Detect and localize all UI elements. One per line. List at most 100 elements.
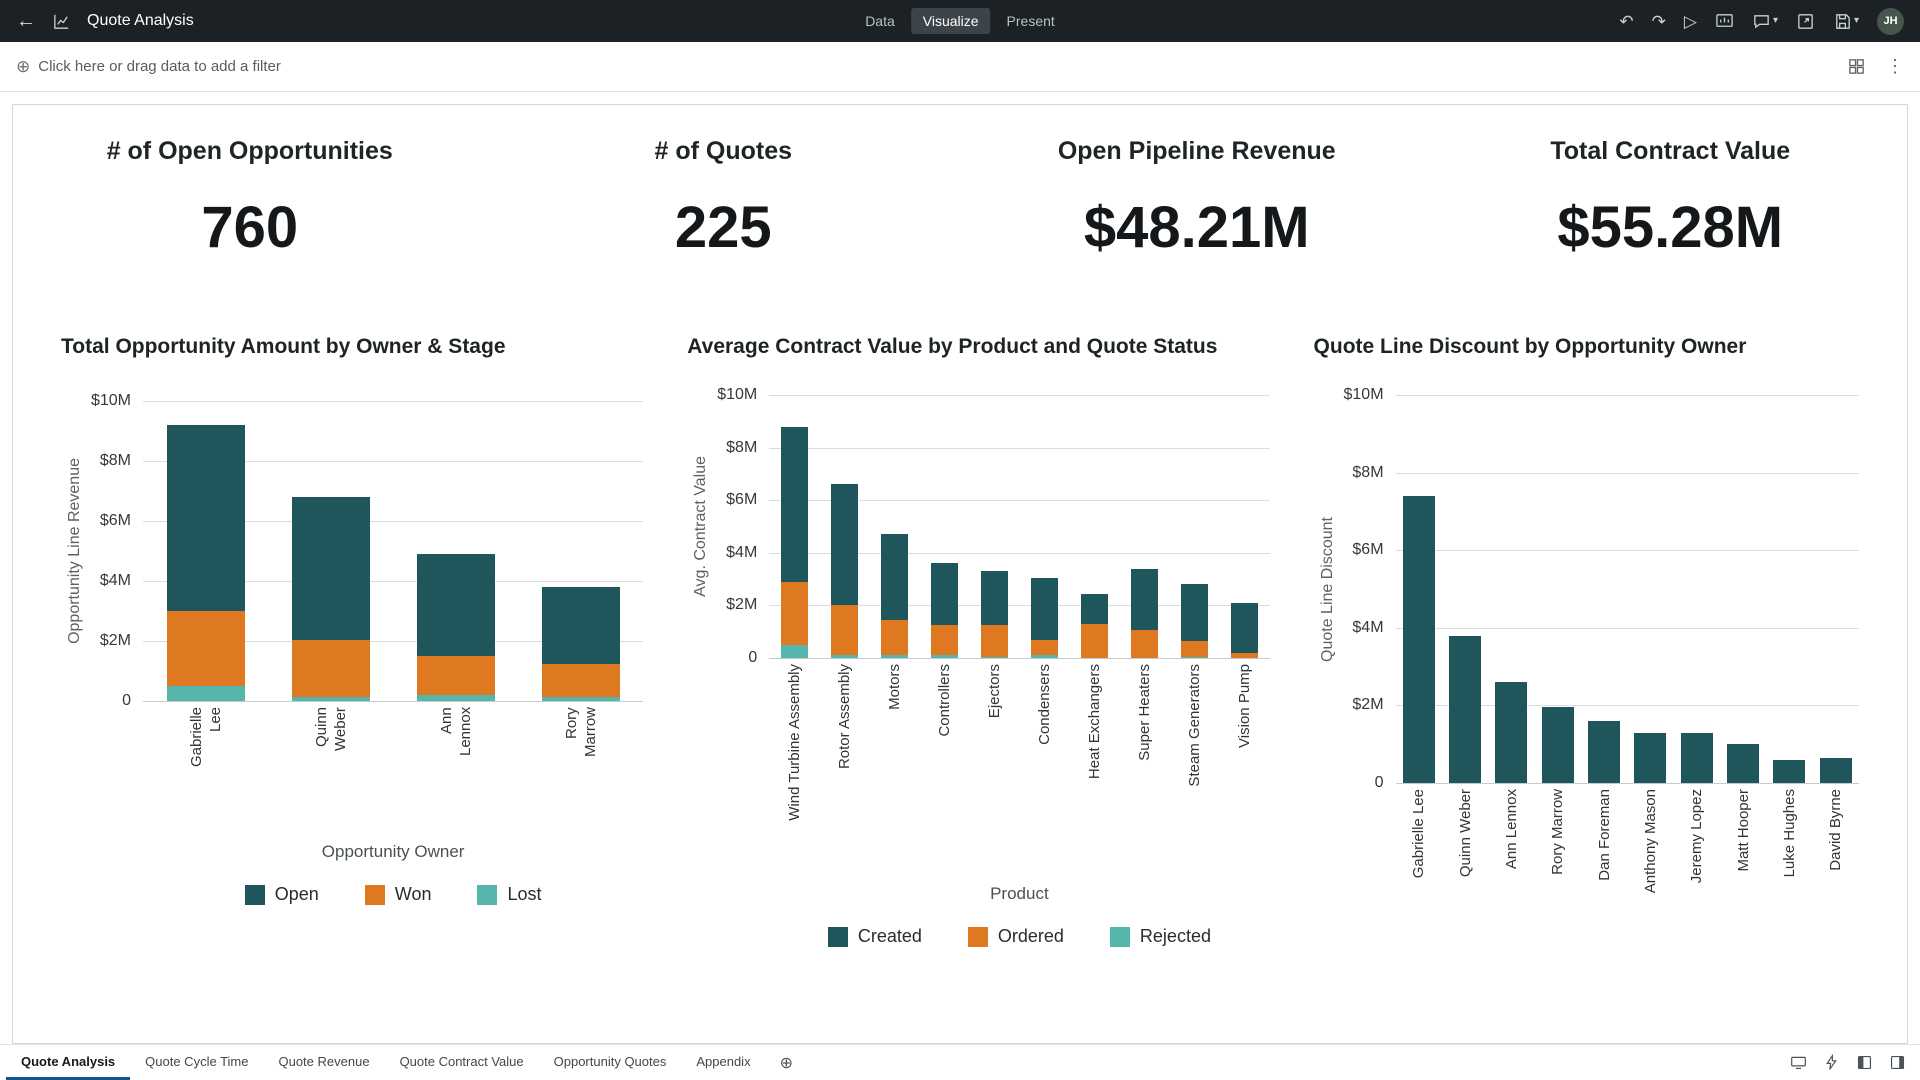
bar-segment[interactable] xyxy=(981,625,1008,657)
bar[interactable] xyxy=(1820,395,1852,783)
bar-segment[interactable] xyxy=(542,697,620,702)
legend-item[interactable]: Lost xyxy=(477,884,541,905)
bar-segment[interactable] xyxy=(1727,744,1759,783)
bar-segment[interactable] xyxy=(542,587,620,664)
bar[interactable] xyxy=(1449,395,1481,783)
bar[interactable] xyxy=(167,401,245,701)
bar[interactable] xyxy=(1081,395,1108,658)
add-filter-prompt[interactable]: ⊕ Click here or drag data to add a filte… xyxy=(16,57,281,77)
bar-segment[interactable] xyxy=(167,686,245,701)
add-canvas-icon[interactable]: ⊕ xyxy=(766,1045,807,1080)
legend-item[interactable]: Open xyxy=(245,884,319,905)
preview-play-icon[interactable]: ▷ xyxy=(1684,13,1697,30)
canvas-tab-opportunity-quotes[interactable]: Opportunity Quotes xyxy=(539,1045,682,1080)
bar-segment[interactable] xyxy=(1634,733,1666,783)
bar-segment[interactable] xyxy=(292,697,370,702)
bar[interactable] xyxy=(1231,395,1258,658)
bar-segment[interactable] xyxy=(1403,496,1435,783)
bar-segment[interactable] xyxy=(881,655,908,658)
tab-visualize[interactable]: Visualize xyxy=(911,8,991,34)
bar[interactable] xyxy=(931,395,958,658)
bar-segment[interactable] xyxy=(931,655,958,658)
display-settings-icon[interactable] xyxy=(1790,1054,1807,1071)
bar-segment[interactable] xyxy=(417,554,495,656)
bar-segment[interactable] xyxy=(1181,641,1208,657)
bar-segment[interactable] xyxy=(1588,721,1620,783)
panel-left-toggle-icon[interactable] xyxy=(1856,1054,1873,1071)
bar[interactable] xyxy=(881,395,908,658)
kpi-quotes[interactable]: # of Quotes 225 xyxy=(487,137,961,261)
pinboard-icon[interactable] xyxy=(1847,57,1866,76)
bar-segment[interactable] xyxy=(1081,624,1108,658)
back-icon[interactable]: ← xyxy=(16,11,36,31)
bar-segment[interactable] xyxy=(292,640,370,697)
save-icon[interactable]: ▾ xyxy=(1833,12,1859,31)
bar-segment[interactable] xyxy=(881,534,908,619)
legend-item[interactable]: Rejected xyxy=(1110,926,1211,947)
undo-icon[interactable]: ↶ xyxy=(1619,13,1633,30)
bar-segment[interactable] xyxy=(981,571,1008,625)
panel-right-toggle-icon[interactable] xyxy=(1889,1054,1906,1071)
bar-segment[interactable] xyxy=(167,611,245,686)
bar-segment[interactable] xyxy=(1449,636,1481,783)
bar-segment[interactable] xyxy=(781,427,808,582)
bar[interactable] xyxy=(1403,395,1435,783)
bar[interactable] xyxy=(1588,395,1620,783)
bar-segment[interactable] xyxy=(1081,594,1108,624)
bar-segment[interactable] xyxy=(417,695,495,701)
legend-item[interactable]: Ordered xyxy=(968,926,1064,947)
bar[interactable] xyxy=(1727,395,1759,783)
bar[interactable] xyxy=(1495,395,1527,783)
bar-segment[interactable] xyxy=(781,645,808,658)
bar-segment[interactable] xyxy=(417,656,495,695)
bar-segment[interactable] xyxy=(1231,603,1258,653)
kpi-open-pipeline-revenue[interactable]: Open Pipeline Revenue $48.21M xyxy=(960,137,1434,261)
bar[interactable] xyxy=(1131,395,1158,658)
bar-segment[interactable] xyxy=(1495,682,1527,783)
bar[interactable] xyxy=(1634,395,1666,783)
bar-segment[interactable] xyxy=(931,563,958,625)
bar-segment[interactable] xyxy=(1131,630,1158,658)
bar[interactable] xyxy=(1773,395,1805,783)
canvas-tab-quote-cycle-time[interactable]: Quote Cycle Time xyxy=(130,1045,263,1080)
legend-item[interactable]: Created xyxy=(828,926,922,947)
bar[interactable] xyxy=(981,395,1008,658)
present-screen-icon[interactable] xyxy=(1715,12,1734,31)
bar-segment[interactable] xyxy=(1773,760,1805,783)
bar-segment[interactable] xyxy=(831,655,858,658)
bar-segment[interactable] xyxy=(831,605,858,655)
tab-data[interactable]: Data xyxy=(853,8,907,34)
kpi-open-opportunities[interactable]: # of Open Opportunities 760 xyxy=(13,137,487,261)
bar-segment[interactable] xyxy=(831,484,858,605)
bar-segment[interactable] xyxy=(542,664,620,697)
bar[interactable] xyxy=(781,395,808,658)
bar-segment[interactable] xyxy=(1181,657,1208,658)
expand-icon[interactable] xyxy=(1796,12,1815,31)
auto-insights-icon[interactable] xyxy=(1823,1054,1840,1071)
legend-item[interactable]: Won xyxy=(365,884,432,905)
canvas-tab-quote-contract-value[interactable]: Quote Contract Value xyxy=(385,1045,539,1080)
bar-segment[interactable] xyxy=(981,657,1008,658)
bar-segment[interactable] xyxy=(1031,655,1058,658)
bar[interactable] xyxy=(1681,395,1713,783)
bar-segment[interactable] xyxy=(1542,707,1574,783)
avatar[interactable]: JH xyxy=(1877,8,1904,35)
bar-segment[interactable] xyxy=(1181,584,1208,641)
comments-icon[interactable]: ▾ xyxy=(1752,12,1778,31)
tab-present[interactable]: Present xyxy=(995,8,1067,34)
canvas-tab-quote-revenue[interactable]: Quote Revenue xyxy=(263,1045,384,1080)
bar-segment[interactable] xyxy=(1231,653,1258,658)
bar-segment[interactable] xyxy=(1681,733,1713,783)
kpi-total-contract-value[interactable]: Total Contract Value $55.28M xyxy=(1434,137,1908,261)
bar-segment[interactable] xyxy=(881,620,908,656)
bar-segment[interactable] xyxy=(292,497,370,640)
kebab-menu-icon[interactable]: ⋮ xyxy=(1886,56,1904,77)
bar[interactable] xyxy=(1542,395,1574,783)
bar-segment[interactable] xyxy=(1820,758,1852,783)
canvas-tab-appendix[interactable]: Appendix xyxy=(681,1045,765,1080)
bar[interactable] xyxy=(831,395,858,658)
bar-segment[interactable] xyxy=(1031,578,1058,640)
bar-segment[interactable] xyxy=(931,625,958,655)
bar[interactable] xyxy=(292,401,370,701)
bar-segment[interactable] xyxy=(1131,569,1158,631)
